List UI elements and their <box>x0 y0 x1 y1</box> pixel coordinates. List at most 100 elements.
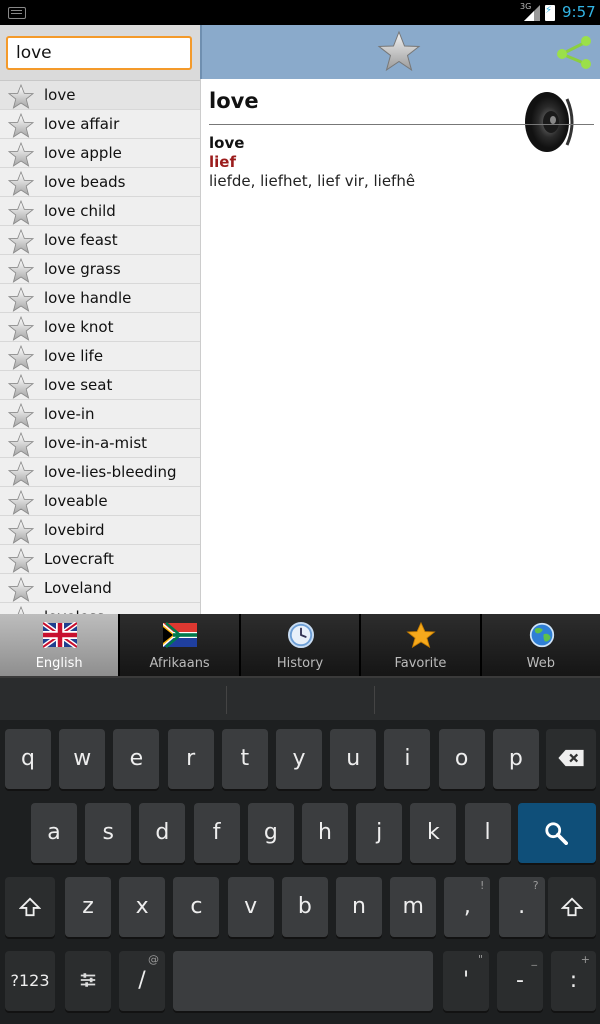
key-f[interactable]: f <box>193 803 240 863</box>
star-icon[interactable] <box>8 229 34 255</box>
key-t[interactable]: t <box>221 729 268 789</box>
space-key[interactable] <box>173 951 433 1011</box>
star-icon[interactable] <box>8 345 34 371</box>
backspace-key[interactable] <box>546 729 596 789</box>
key-n[interactable]: n <box>336 877 382 937</box>
star-icon[interactable] <box>8 490 34 516</box>
star-icon[interactable] <box>8 519 34 545</box>
list-item[interactable]: lovebird <box>0 516 200 545</box>
key-label: v <box>244 894 258 919</box>
key-i[interactable]: i <box>384 729 431 789</box>
key-x[interactable]: x <box>119 877 166 937</box>
suggestion-divider <box>374 686 375 714</box>
key-a[interactable]: a <box>31 803 77 863</box>
list-item-label: Loveland <box>44 579 112 597</box>
shift-key-right[interactable] <box>548 877 596 937</box>
tab-web[interactable]: Web <box>481 614 600 676</box>
key-label: h <box>318 820 332 845</box>
list-item[interactable]: love child <box>0 197 200 226</box>
key-label: ?123 <box>10 971 50 990</box>
star-icon[interactable] <box>8 200 34 226</box>
key-b[interactable]: b <box>281 877 328 937</box>
shift-icon <box>561 897 583 917</box>
key-p[interactable]: p <box>492 729 539 789</box>
key-e[interactable]: e <box>113 729 160 789</box>
tab-english[interactable]: English <box>0 614 121 676</box>
list-item[interactable]: love grass <box>0 255 200 284</box>
list-item-label: love handle <box>44 289 132 307</box>
star-icon[interactable] <box>8 606 34 614</box>
key-colon[interactable]: : + <box>551 951 596 1011</box>
list-item-label: love-lies-bleeding <box>44 463 177 481</box>
symbols-key[interactable]: ?123 <box>5 951 55 1011</box>
search-key[interactable] <box>518 803 596 863</box>
list-item[interactable]: loveable <box>0 487 200 516</box>
star-icon[interactable] <box>8 113 34 139</box>
star-icon[interactable] <box>8 432 34 458</box>
star-icon[interactable] <box>8 142 34 168</box>
key-u[interactable]: u <box>330 729 377 789</box>
star-icon[interactable] <box>8 374 34 400</box>
star-icon[interactable] <box>8 316 34 342</box>
suggestion-divider <box>226 686 227 714</box>
share-icon[interactable] <box>554 34 594 70</box>
key-h[interactable]: h <box>302 803 348 863</box>
key-l[interactable]: l <box>464 803 511 863</box>
list-item[interactable]: love apple <box>0 139 200 168</box>
list-item[interactable]: love seat <box>0 371 200 400</box>
list-item-label: loveable <box>44 492 108 510</box>
key-d[interactable]: d <box>139 803 186 863</box>
star-icon[interactable] <box>8 171 34 197</box>
key-m[interactable]: m <box>390 877 437 937</box>
list-item[interactable]: love beads <box>0 168 200 197</box>
star-icon[interactable] <box>8 84 34 110</box>
key-c[interactable]: c <box>173 877 220 937</box>
key-v[interactable]: v <box>227 877 274 937</box>
list-item[interactable]: love-in <box>0 400 200 429</box>
key-r[interactable]: r <box>167 729 214 789</box>
key-hint: @ <box>148 953 159 966</box>
key-q[interactable]: q <box>5 729 51 789</box>
key-w[interactable]: w <box>59 729 106 789</box>
star-icon[interactable] <box>8 287 34 313</box>
list-item[interactable]: love knot <box>0 313 200 342</box>
star-icon[interactable] <box>8 577 34 603</box>
key-g[interactable]: g <box>247 803 294 863</box>
list-item[interactable]: love affair <box>0 110 200 139</box>
key-slash[interactable]: / @ <box>119 951 165 1011</box>
key-comma[interactable]: ,! <box>444 877 491 937</box>
key-k[interactable]: k <box>410 803 457 863</box>
star-icon[interactable] <box>8 548 34 574</box>
list-item[interactable]: Lovecraft <box>0 545 200 574</box>
list-item-label: love-in <box>44 405 95 423</box>
key-z[interactable]: z <box>65 877 111 937</box>
key-j[interactable]: j <box>356 803 403 863</box>
list-item[interactable]: Loveland <box>0 574 200 603</box>
list-item[interactable]: love feast <box>0 226 200 255</box>
list-item[interactable]: love handle <box>0 284 200 313</box>
list-item[interactable]: loveless <box>0 603 200 614</box>
tab-favorite[interactable]: Favorite <box>361 614 482 676</box>
tab-label: Web <box>526 656 555 671</box>
key-apostrophe[interactable]: ' " <box>443 951 489 1011</box>
key-y[interactable]: y <box>276 729 322 789</box>
list-item[interactable]: love life <box>0 342 200 371</box>
search-input[interactable] <box>6 36 192 70</box>
list-item[interactable]: love-lies-bleeding <box>0 458 200 487</box>
star-icon[interactable] <box>8 403 34 429</box>
favorite-star-button[interactable] <box>377 30 421 74</box>
key-dash[interactable]: - _ <box>497 951 543 1011</box>
key-s[interactable]: s <box>85 803 132 863</box>
star-icon[interactable] <box>8 461 34 487</box>
settings-key[interactable] <box>65 951 111 1011</box>
shift-key[interactable] <box>5 877 55 937</box>
list-item-label: love child <box>44 202 116 220</box>
list-item[interactable]: love-in-a-mist <box>0 429 200 458</box>
key-o[interactable]: o <box>438 729 485 789</box>
tab-afrikaans[interactable]: Afrikaans <box>120 614 241 676</box>
tab-history[interactable]: History <box>240 614 362 676</box>
key-period[interactable]: .? <box>498 877 545 937</box>
star-icon[interactable] <box>8 258 34 284</box>
speaker-icon[interactable] <box>523 89 579 155</box>
list-item[interactable]: love <box>0 81 200 110</box>
